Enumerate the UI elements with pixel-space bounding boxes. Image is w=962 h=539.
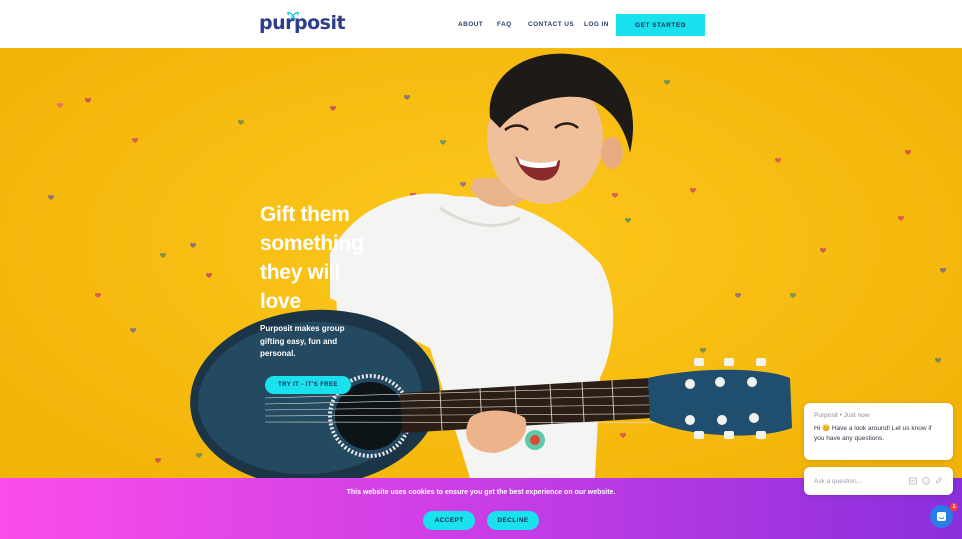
headline-line: love (260, 290, 301, 313)
chat-sender-meta: Purposit • Just now (814, 412, 870, 419)
hero-headline: Gift them something they will love (260, 200, 420, 316)
chat-input-field[interactable]: Ask a question... (804, 467, 953, 495)
headline-line: something (260, 232, 364, 255)
hero-section: Gift them something they will love Purpo… (0, 48, 962, 539)
gift-bow-icon (287, 11, 299, 20)
logo[interactable]: purposit (259, 11, 346, 34)
emoji-icon[interactable] (922, 477, 930, 485)
chat-input-placeholder: Ask a question... (814, 477, 863, 485)
logo-text: purposit (259, 12, 346, 34)
accept-cookies-button[interactable]: ACCEPT (423, 511, 475, 530)
hero-image (0, 48, 962, 539)
nav-about[interactable]: ABOUT (458, 21, 483, 28)
decline-cookies-button[interactable]: DECLINE (487, 511, 539, 530)
gif-icon[interactable] (909, 477, 917, 485)
nav-log-in[interactable]: LOG IN (584, 21, 609, 28)
site-header: purposit ABOUT FAQ CONTACT US LOG IN GET… (0, 0, 962, 48)
chat-message-bubble[interactable]: Purposit • Just now Hi 😊 Have a look aro… (804, 403, 953, 460)
chat-greeting: Hi 😊 Have a look around! Let us know if … (814, 425, 932, 442)
try-it-free-button[interactable]: TRY IT - IT'S FREE (265, 376, 351, 394)
headline-line: they will (260, 261, 341, 284)
chat-tools (909, 477, 943, 485)
attachment-icon[interactable] (935, 477, 943, 485)
unread-badge: 1 (950, 503, 958, 511)
headline-line: Gift them (260, 203, 350, 226)
nav-faq[interactable]: FAQ (497, 21, 512, 28)
get-started-button[interactable]: GET STARTED (616, 14, 705, 36)
nav-contact-us[interactable]: CONTACT US (528, 21, 574, 28)
hero-subtext: Purposit makes group gifting easy, fun a… (260, 324, 345, 358)
